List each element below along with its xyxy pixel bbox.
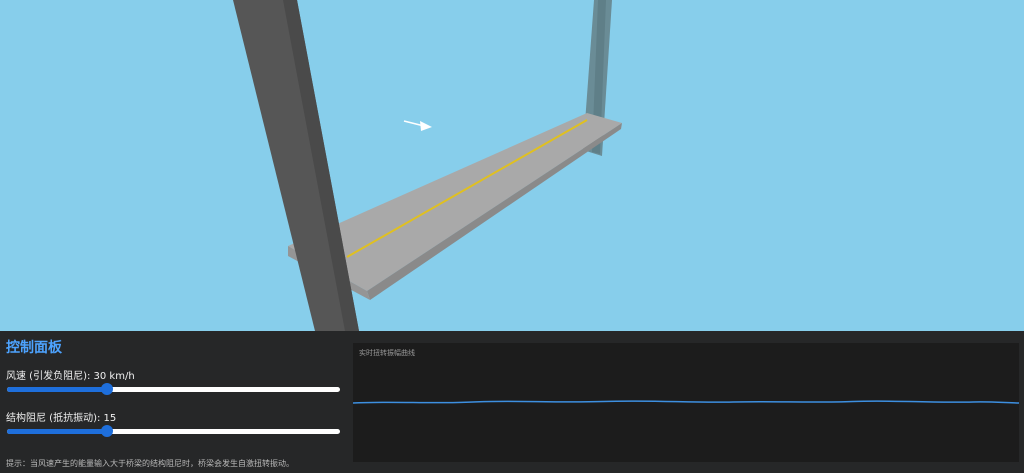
- wind-speed-slider-fill: [7, 387, 107, 392]
- amplitude-chart: 实时扭转振幅曲线: [353, 343, 1019, 462]
- wind-speed-label: 风速 (引发负阻尼): 30 km/h: [6, 371, 135, 382]
- panel-title: 控制面板: [6, 340, 62, 356]
- damping-label: 结构阻尼 (抵抗振动): 15: [6, 413, 117, 424]
- amplitude-curve: [353, 400, 1019, 404]
- wind-speed-slider[interactable]: [7, 383, 340, 395]
- damping-slider-thumb[interactable]: [100, 425, 113, 437]
- wind-speed-slider-thumb[interactable]: [100, 383, 113, 395]
- control-panel: 控制面板 风速 (引发负阻尼): 30 km/h 结构阻尼 (抵抗振动): 15…: [0, 331, 1024, 473]
- wind-arrow-icon: [403, 120, 432, 131]
- hint-text: 提示：当风速产生的能量输入大于桥梁的结构阻尼时，桥梁会发生自激扭转振动。: [6, 459, 294, 468]
- bridge-center-line: [346, 119, 588, 258]
- damping-slider[interactable]: [7, 425, 340, 437]
- 3d-viewport[interactable]: [0, 0, 1024, 331]
- damping-slider-fill: [7, 429, 107, 434]
